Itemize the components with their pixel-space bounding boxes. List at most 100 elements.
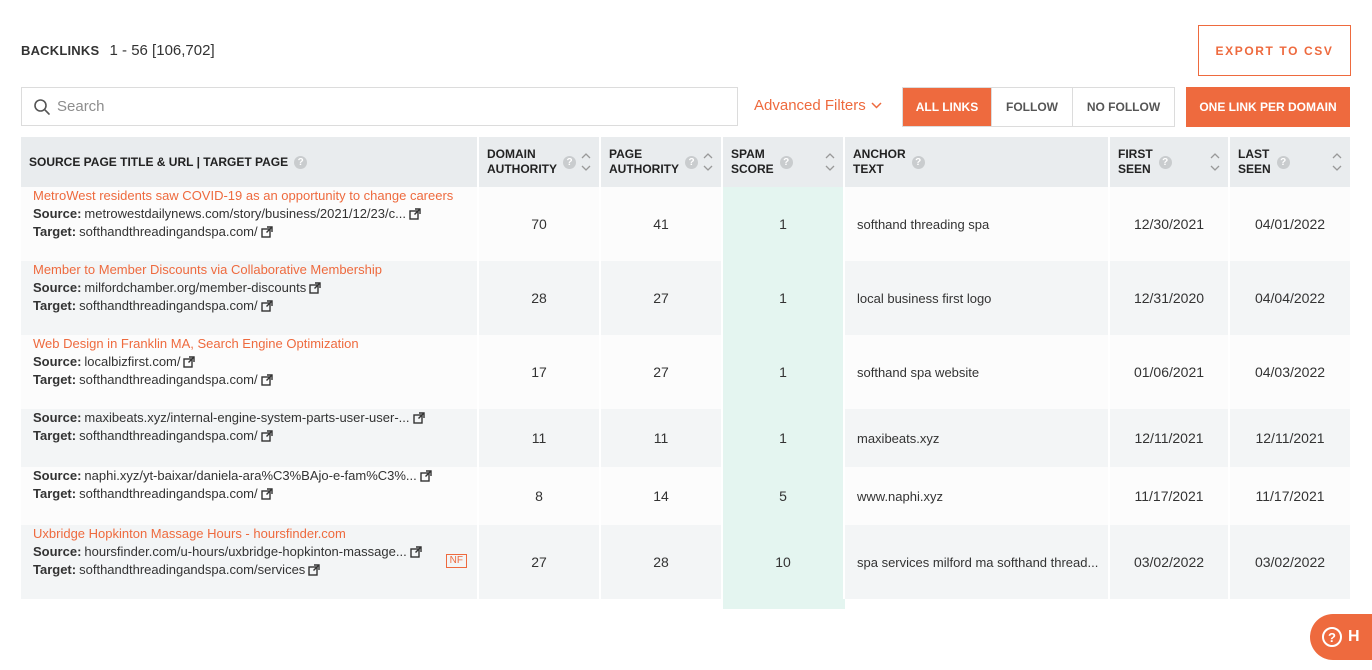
source-title-link[interactable]: MetroWest residents saw COVID-19 as an o… — [33, 187, 453, 205]
target-url[interactable]: softhandthreadingandspa.com/ — [79, 427, 258, 445]
page-authority-cell: 11 — [601, 409, 723, 467]
first-seen-cell: 12/11/2021 — [1110, 409, 1230, 467]
source-line: Source: hoursfinder.com/u-hours/uxbridge-… — [33, 543, 422, 561]
external-link-icon[interactable] — [308, 564, 321, 576]
all-links-option[interactable]: ALL LINKS — [903, 88, 991, 126]
source-url[interactable]: maxibeats.xyz/internal-engine-system-par… — [84, 409, 409, 427]
follow-option[interactable]: FOLLOW — [991, 88, 1072, 126]
source-cell: Source: naphi.xyz/yt-baixar/daniela-ara%C… — [21, 467, 479, 525]
page-title: BACKLINKS — [21, 43, 100, 58]
col-domain-authority[interactable]: DOMAIN AUTHORITY ? — [479, 137, 601, 187]
help-icon[interactable]: ? — [1276, 155, 1290, 169]
sort-icon[interactable] — [1210, 148, 1220, 176]
external-link-icon[interactable] — [260, 488, 273, 500]
page-authority-cell: 27 — [601, 335, 723, 409]
help-icon[interactable]: ? — [1158, 155, 1172, 169]
source-label: Source: — [33, 280, 82, 295]
no-follow-option[interactable]: NO FOLLOW — [1072, 88, 1174, 126]
external-link-icon[interactable] — [260, 374, 273, 386]
source-url[interactable]: localbizfirst.com/ — [84, 353, 180, 371]
col-spam-score[interactable]: SPAM SCORE ? — [723, 137, 845, 187]
target-url[interactable]: softhandthreadingandspa.com/ — [79, 371, 258, 389]
source-url[interactable]: metrowestdailynews.com/story/business/20… — [84, 205, 406, 223]
sort-icon[interactable] — [581, 148, 591, 176]
external-link-icon[interactable] — [412, 412, 425, 424]
domain-authority-cell: 17 — [479, 335, 601, 409]
source-title-link[interactable]: Web Design in Franklin MA, Search Engine… — [33, 335, 359, 353]
target-url[interactable]: softhandthreadingandspa.com/ — [79, 223, 258, 241]
advanced-filters-button[interactable]: Advanced Filters — [754, 97, 882, 114]
col-anchor-text[interactable]: ANCHOR TEXT ? — [845, 137, 1110, 187]
external-link-icon[interactable] — [183, 356, 196, 368]
search-box[interactable] — [21, 87, 738, 126]
source-url[interactable]: hoursfinder.com/u-hours/uxbridge-hopkint… — [84, 543, 406, 561]
help-icon[interactable]: ? — [911, 155, 925, 169]
external-link-icon[interactable] — [409, 208, 421, 220]
first-seen-cell: 11/17/2021 — [1110, 467, 1230, 525]
export-csv-button[interactable]: EXPORT TO CSV — [1198, 25, 1351, 76]
first-seen-cell: 12/30/2021 — [1110, 187, 1230, 261]
first-seen-cell: 03/02/2022 — [1110, 525, 1230, 599]
target-line: Target: softhandthreadingandspa.com/ — [33, 485, 273, 503]
source-cell: MetroWest residents saw COVID-19 as an o… — [21, 187, 479, 261]
table-row: Web Design in Franklin MA, Search Engine… — [21, 335, 1350, 409]
target-label: Target: — [33, 298, 77, 313]
page-authority-cell: 41 — [601, 187, 723, 261]
source-title-link[interactable]: Member to Member Discounts via Collabora… — [33, 261, 382, 279]
target-label: Target: — [33, 372, 77, 387]
source-line: Source: naphi.xyz/yt-baixar/daniela-ara%C… — [33, 467, 432, 485]
help-icon[interactable]: ? — [563, 155, 576, 169]
external-link-icon[interactable] — [260, 300, 273, 312]
domain-authority-cell: 27 — [479, 525, 601, 599]
target-url[interactable]: softhandthreadingandspa.com/services — [79, 561, 305, 579]
advanced-filters-label: Advanced Filters — [754, 97, 866, 114]
external-link-icon[interactable] — [260, 226, 273, 238]
help-button[interactable]: ? H — [1310, 614, 1372, 660]
target-label: Target: — [33, 428, 77, 443]
col-source[interactable]: SOURCE PAGE TITLE & URL | TARGET PAGE ? — [21, 137, 479, 187]
target-url[interactable]: softhandthreadingandspa.com/ — [79, 485, 258, 503]
table-header: SOURCE PAGE TITLE & URL | TARGET PAGE ? … — [21, 137, 1350, 187]
last-seen-cell: 04/01/2022 — [1254, 216, 1326, 232]
col-page-authority[interactable]: PAGE AUTHORITY ? — [601, 137, 723, 187]
spam-score-cell: 1 — [723, 261, 845, 335]
external-link-icon[interactable] — [410, 546, 422, 558]
sort-icon[interactable] — [1332, 148, 1342, 176]
search-input[interactable] — [57, 98, 657, 115]
external-link-icon[interactable] — [260, 430, 273, 442]
col-source-label: SOURCE PAGE TITLE & URL | TARGET PAGE — [29, 154, 289, 169]
external-link-icon[interactable] — [420, 470, 432, 482]
help-icon[interactable]: ? — [294, 155, 308, 169]
target-line: Target: softhandthreadingandspa.com/servi… — [33, 561, 321, 579]
one-link-per-domain-button[interactable]: ONE LINK PER DOMAIN — [1186, 87, 1350, 127]
help-icon[interactable]: ? — [779, 155, 793, 169]
external-link-icon[interactable] — [309, 282, 321, 294]
source-title-link[interactable]: Uxbridge Hopkinton Massage Hours - hours… — [33, 525, 346, 543]
spam-score-cell: 10 — [723, 525, 845, 599]
sort-icon[interactable] — [703, 148, 713, 176]
source-line: Source: metrowestdailynews.com/story/busi… — [33, 205, 421, 223]
help-icon[interactable]: ? — [685, 155, 698, 169]
spam-score-cell: 5 — [723, 467, 845, 525]
col-pa-label: PAGE AUTHORITY — [609, 147, 679, 176]
last-seen-cell: 11/17/2021 — [1255, 488, 1325, 504]
chevron-down-icon — [871, 102, 882, 109]
table-body: MetroWest residents saw COVID-19 as an o… — [21, 187, 1350, 599]
sort-icon[interactable] — [825, 148, 835, 176]
target-url[interactable]: softhandthreadingandspa.com/ — [79, 297, 258, 315]
source-label: Source: — [33, 468, 82, 483]
source-url[interactable]: naphi.xyz/yt-baixar/daniela-ara%C3%BAjo-… — [84, 467, 416, 485]
domain-authority-cell: 70 — [479, 187, 601, 261]
col-last-seen[interactable]: LAST SEEN ? — [1230, 137, 1350, 187]
nofollow-badge: NF — [445, 554, 467, 568]
source-line: Source: milfordchamber.org/member-discoun… — [33, 279, 321, 297]
col-first-seen[interactable]: FIRST SEEN ? — [1110, 137, 1230, 187]
source-cell: Web Design in Franklin MA, Search Engine… — [21, 335, 479, 409]
col-da-label: DOMAIN AUTHORITY — [487, 147, 557, 176]
col-anchor-label: ANCHOR TEXT — [853, 147, 906, 176]
link-type-filter[interactable]: ALL LINKS FOLLOW NO FOLLOW — [902, 87, 1175, 127]
source-url[interactable]: milfordchamber.org/member-discounts — [84, 279, 306, 297]
anchor-text-cell: spa services milford ma softhand thread.… — [845, 525, 1110, 599]
page-authority-cell: 27 — [601, 261, 723, 335]
page-authority-cell: 14 — [601, 467, 723, 525]
